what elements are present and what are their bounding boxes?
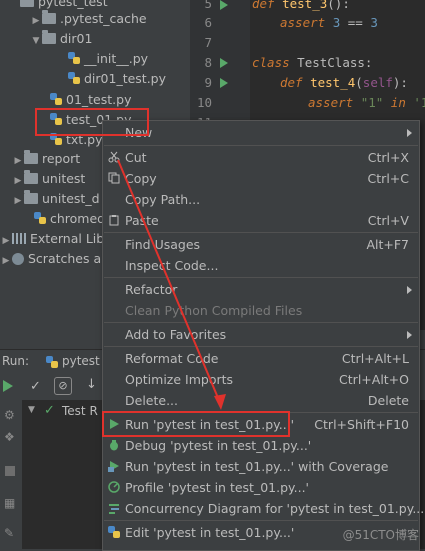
annotation-arrow: [117, 159, 226, 410]
watermark: @51CTO博客: [342, 528, 419, 542]
